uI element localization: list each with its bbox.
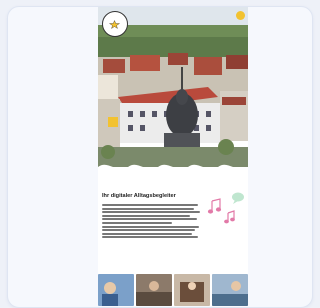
music-note-icon: [207, 198, 235, 224]
thumbnail-4[interactable]: [212, 274, 248, 306]
thumbnail-1[interactable]: [98, 274, 134, 306]
page-card: Ihr digitaler Alltagsbegleiter: [7, 6, 313, 308]
mobile-screen: Ihr digitaler Alltagsbegleiter: [98, 7, 248, 306]
star-logo-icon: [109, 20, 120, 29]
article-title: Ihr digitaler Alltagsbegleiter: [102, 193, 176, 199]
speech-bubble-icon: [232, 192, 244, 204]
article-section: Ihr digitaler Alltagsbegleiter: [102, 193, 202, 240]
site-logo[interactable]: [102, 11, 128, 37]
thumbnail-strip: [98, 274, 248, 306]
decorative-icons: [207, 192, 244, 224]
article-paragraph: [102, 204, 202, 240]
thumbnail-2[interactable]: [136, 274, 172, 306]
menu-dot-icon[interactable]: [236, 11, 245, 20]
thumbnail-3[interactable]: [174, 274, 210, 306]
